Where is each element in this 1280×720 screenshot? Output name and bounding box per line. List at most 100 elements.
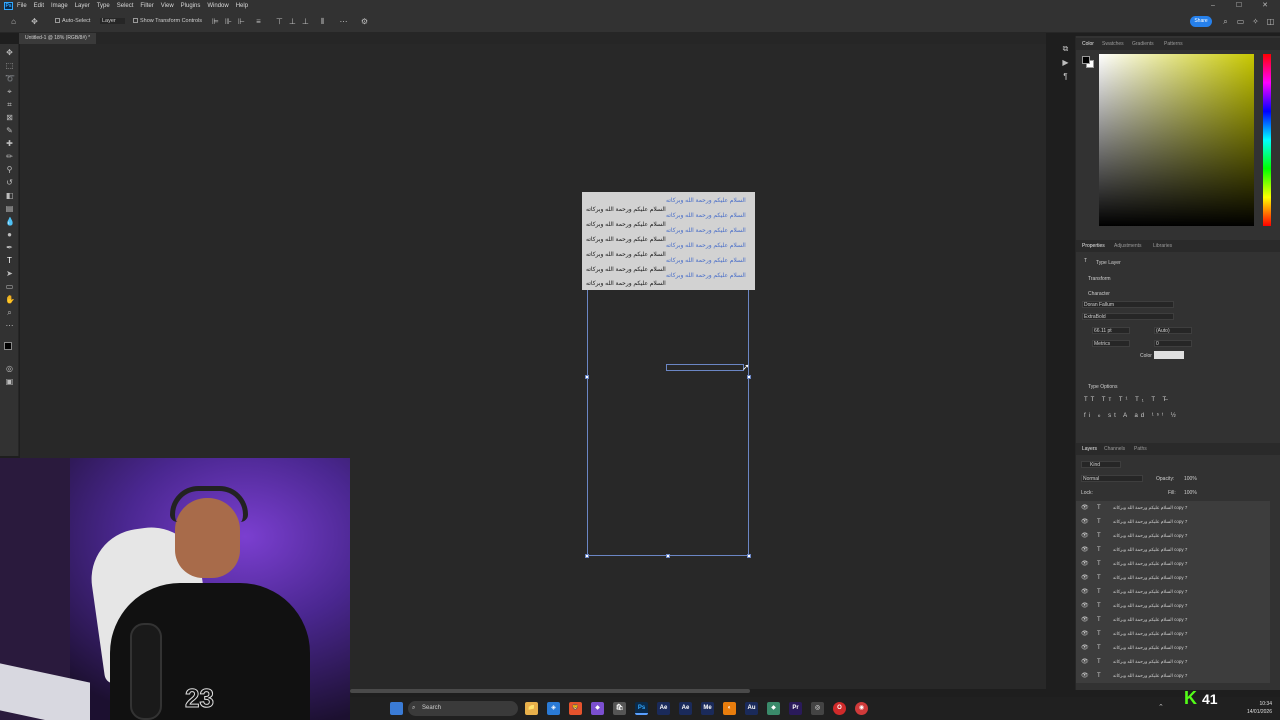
layer-row[interactable]: 👁 T السلام عليكم ورحمة الله وبركاته copy 7: [1076, 515, 1270, 529]
screen-mode-icon[interactable]: ▣: [5, 377, 14, 386]
workspace-icon[interactable]: ▭: [1236, 17, 1245, 26]
menu-layer[interactable]: Layer: [75, 3, 90, 9]
hand-tool-icon[interactable]: ✋: [5, 295, 15, 304]
layer-row[interactable]: 👁 T السلام عليكم ورحمة الله وبركاته copy 7: [1076, 655, 1270, 669]
transform-handle[interactable]: [585, 554, 589, 558]
layer-row[interactable]: 👁 T السلام عليكم ورحمة الله وبركاته copy 7: [1076, 571, 1270, 585]
path-selection-tool-icon[interactable]: ➤: [5, 269, 14, 278]
layer-row[interactable]: 👁 T السلام عليكم ورحمة الله وبركاته copy 7: [1076, 529, 1270, 543]
vscode-icon[interactable]: ◈: [547, 702, 560, 715]
premiere-icon[interactable]: Pr: [789, 702, 802, 715]
type-tool-icon[interactable]: T: [5, 256, 14, 265]
canvas-text-line[interactable]: السلام عليكم ورحمة الله وبركاته: [666, 212, 746, 219]
kerning-field[interactable]: Metrics: [1092, 340, 1130, 347]
type-style-icons[interactable]: TT Tт T¹ T₁ T T̶: [1084, 397, 1169, 403]
search-icon[interactable]: ⌕: [1221, 17, 1230, 26]
menu-window[interactable]: Window: [207, 3, 228, 9]
canvas-text-line[interactable]: السلام عليكم ورحمة الله وبركاته: [666, 272, 746, 279]
canvas-text-line[interactable]: السلام عليكم ورحمة الله وبركاته: [586, 236, 666, 243]
text-color-swatch[interactable]: [1154, 351, 1184, 359]
layer-row[interactable]: 👁 T السلام عليكم ورحمة الله وبركاته copy 7: [1076, 557, 1270, 571]
layer-row[interactable]: 👁 T السلام عليكم ورحمة الله وبركاته copy 7: [1076, 501, 1270, 515]
type-options-header[interactable]: Type Options: [1088, 384, 1117, 390]
foreground-color-chip[interactable]: [1082, 56, 1090, 64]
home-icon[interactable]: ⌂: [9, 17, 18, 26]
canvas-text-line[interactable]: السلام عليكم ورحمة الله وبركاته: [666, 242, 746, 249]
canvas-text-line[interactable]: السلام عليكم ورحمة الله وبركاته: [666, 197, 746, 204]
clone-stamp-tool-icon[interactable]: ⚲: [5, 165, 14, 174]
store-icon[interactable]: 🛍: [613, 702, 626, 715]
more-options-icon[interactable]: ⋯: [339, 17, 348, 26]
object-select-tool-icon[interactable]: ⌖: [5, 87, 14, 96]
transform-handle[interactable]: [747, 375, 751, 379]
menu-view[interactable]: View: [161, 3, 174, 9]
photoshop-icon[interactable]: Ps: [635, 702, 648, 715]
tab-swatches[interactable]: Swatches: [1102, 41, 1124, 47]
canvas-text-line[interactable]: السلام عليكم ورحمة الله وبركاته: [586, 280, 666, 287]
app-icon[interactable]: ◎: [811, 702, 824, 715]
more-tools-icon[interactable]: ⋯: [5, 321, 14, 330]
blur-tool-icon[interactable]: 💧: [5, 217, 15, 226]
tab-gradients[interactable]: Gradients: [1132, 41, 1154, 47]
gradient-tool-icon[interactable]: ▤: [5, 204, 14, 213]
layer-filter-select[interactable]: Kind: [1081, 461, 1121, 468]
font-family-select[interactable]: Doran Fallum: [1082, 301, 1174, 308]
opera-icon[interactable]: O: [833, 702, 846, 715]
minimize-button[interactable]: –: [1200, 0, 1226, 11]
align-middle-icon[interactable]: ⊥: [288, 17, 297, 26]
close-button[interactable]: ✕: [1252, 0, 1278, 11]
distribute-icon[interactable]: ⫴: [318, 17, 327, 26]
menu-filter[interactable]: Filter: [140, 3, 153, 9]
crop-tool-icon[interactable]: ⌗: [5, 100, 14, 109]
hue-slider[interactable]: [1263, 54, 1271, 226]
opentype-icons[interactable]: fi ℴ st A ad ¹ˢᵗ ½: [1084, 412, 1179, 419]
chrome-icon[interactable]: ◉: [855, 702, 868, 715]
tab-channels[interactable]: Channels: [1104, 446, 1125, 452]
layer-row[interactable]: 👁 T السلام عليكم ورحمة الله وبركاته copy 7: [1076, 543, 1270, 557]
maximize-button[interactable]: ☐: [1226, 0, 1252, 11]
tab-patterns[interactable]: Patterns: [1164, 41, 1183, 47]
align-left-icon[interactable]: ⊫: [211, 17, 220, 26]
canvas-text-line[interactable]: السلام عليكم ورحمة الله وبركاته: [586, 266, 666, 273]
media-encoder-icon[interactable]: Me: [701, 702, 714, 715]
align-bottom-icon[interactable]: ⊥: [301, 17, 310, 26]
visual-studio-icon[interactable]: ◆: [591, 702, 604, 715]
healing-brush-tool-icon[interactable]: ✚: [5, 139, 14, 148]
transform-handle[interactable]: [747, 554, 751, 558]
menu-edit[interactable]: Edit: [34, 3, 44, 9]
canvas-text-line[interactable]: السلام عليكم ورحمة الله وبركاته: [586, 221, 666, 228]
lasso-tool-icon[interactable]: ➰: [5, 74, 15, 83]
fill-value[interactable]: 100%: [1184, 490, 1197, 496]
history-brush-tool-icon[interactable]: ↺: [5, 178, 14, 187]
blender-icon[interactable]: ◐: [723, 702, 736, 715]
pen-tool-icon[interactable]: ✒: [5, 243, 14, 252]
document-tab[interactable]: Untitled-1 @ 18% (RGB/8#) *: [19, 33, 97, 44]
artboard[interactable]: السلام عليكم ورحمة الله وبركاته السلام ع…: [582, 192, 755, 290]
dodge-tool-icon[interactable]: ●: [5, 230, 14, 239]
font-size-field[interactable]: 66.11 pt: [1092, 327, 1130, 334]
settings-gear-icon[interactable]: ⚙: [360, 17, 369, 26]
eraser-tool-icon[interactable]: ◧: [5, 191, 14, 200]
character-section-header[interactable]: Character: [1088, 291, 1110, 297]
blend-mode-select[interactable]: Normal: [1081, 475, 1143, 482]
layer-row[interactable]: 👁 T السلام عليكم ورحمة الله وبركاته copy 7: [1076, 599, 1270, 613]
app-icon[interactable]: ◆: [767, 702, 780, 715]
share-button[interactable]: Share: [1190, 16, 1212, 27]
layer-row[interactable]: 👁 T السلام عليكم ورحمة الله وبركاته copy 7: [1076, 669, 1270, 683]
layout-icon[interactable]: ◫: [1266, 17, 1275, 26]
after-effects-icon[interactable]: Ae: [679, 702, 692, 715]
tab-adjustments[interactable]: Adjustments: [1114, 243, 1142, 249]
paragraph-panel-icon[interactable]: ¶: [1061, 72, 1070, 81]
tab-paths[interactable]: Paths: [1134, 446, 1147, 452]
transform-handle[interactable]: [666, 554, 670, 558]
brush-tool-icon[interactable]: ✏: [5, 152, 14, 161]
after-effects-icon[interactable]: Ae: [657, 702, 670, 715]
align-right-icon[interactable]: ⊩: [237, 17, 246, 26]
show-transform-controls-checkbox[interactable]: Show Transform Controls: [133, 18, 202, 24]
canvas-text-line[interactable]: السلام عليكم ورحمة الله وبركاته: [586, 251, 666, 258]
canvas-text-line[interactable]: السلام عليكم ورحمة الله وبركاته: [666, 257, 746, 264]
brave-icon[interactable]: 🦁: [569, 702, 582, 715]
foreground-color-swatch[interactable]: [4, 342, 12, 350]
move-tool-icon[interactable]: ✥: [5, 48, 14, 57]
horizontal-scrollbar[interactable]: [350, 689, 750, 693]
